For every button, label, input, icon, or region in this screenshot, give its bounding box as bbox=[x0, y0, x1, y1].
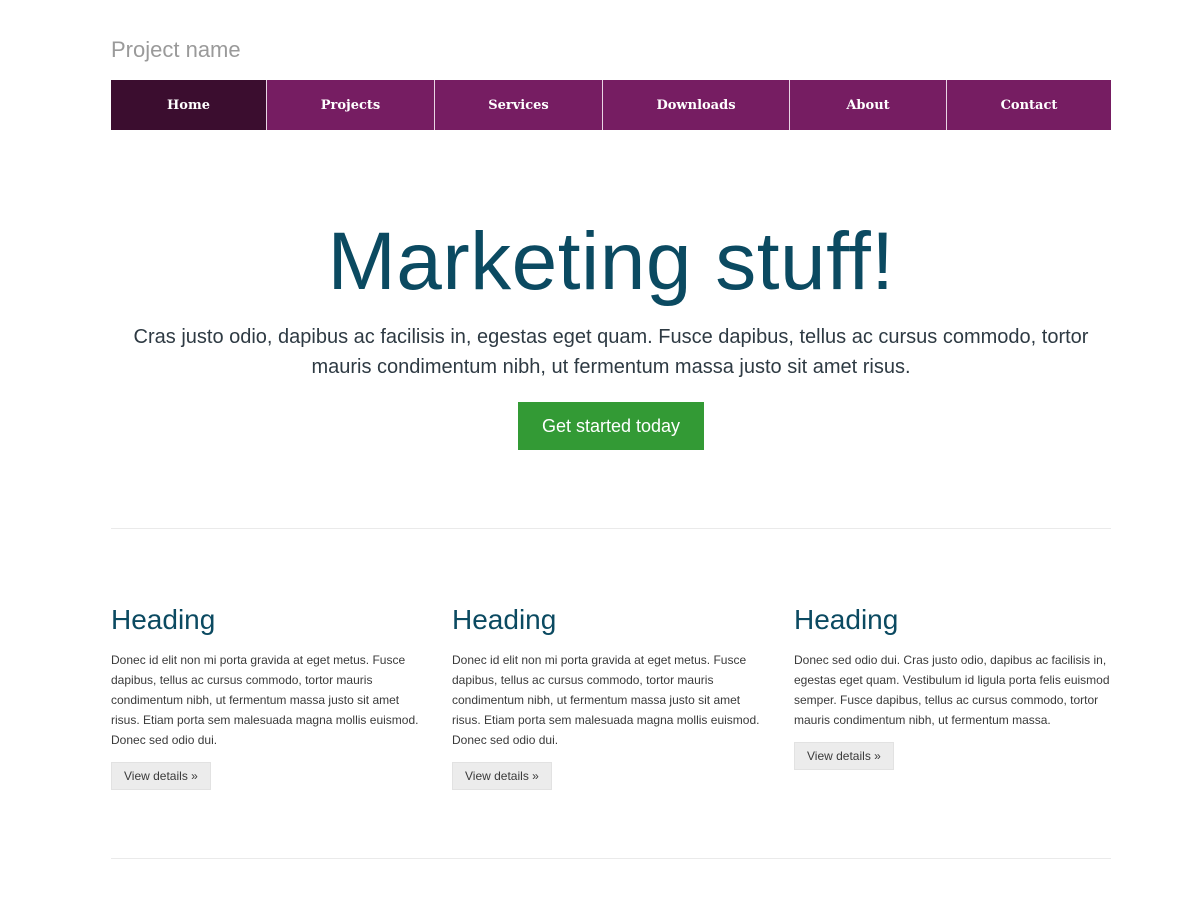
column-heading: Heading bbox=[111, 604, 216, 635]
column-text: Donec id elit non mi porta gravida at eg… bbox=[452, 653, 760, 747]
nav-item-contact[interactable]: Contact bbox=[946, 80, 1111, 130]
view-details-button[interactable]: View details » bbox=[111, 762, 211, 790]
view-details-button[interactable]: View details » bbox=[452, 762, 552, 790]
view-details-button[interactable]: View details » bbox=[794, 742, 894, 770]
hero-section: Marketing stuff! Cras justo odio, dapibu… bbox=[111, 210, 1111, 450]
column-text: Donec id elit non mi porta gravida at eg… bbox=[111, 653, 419, 747]
hero-text: Cras justo odio, dapibus ac facilisis in… bbox=[133, 326, 1089, 378]
brand-name[interactable]: Project name bbox=[111, 36, 241, 64]
column-heading: Heading bbox=[794, 604, 899, 635]
column-text: Donec sed odio dui. Cras justo odio, dap… bbox=[794, 653, 1110, 727]
nav-item-home[interactable]: Home bbox=[111, 80, 266, 130]
main-navbar: Home Projects Services Downloads About C… bbox=[111, 80, 1111, 130]
divider-bottom bbox=[111, 858, 1111, 859]
feature-column-2: Heading Donec id elit non mi porta gravi… bbox=[452, 600, 770, 790]
nav-item-about[interactable]: About bbox=[789, 80, 946, 130]
hero-title: Marketing stuff! bbox=[327, 216, 895, 307]
get-started-button[interactable]: Get started today bbox=[517, 402, 705, 450]
nav-item-downloads[interactable]: Downloads bbox=[602, 80, 789, 130]
divider-top bbox=[111, 528, 1111, 529]
column-heading: Heading bbox=[452, 604, 557, 635]
feature-column-3: Heading Donec sed odio dui. Cras justo o… bbox=[794, 600, 1112, 770]
nav-item-services[interactable]: Services bbox=[434, 80, 602, 130]
nav-item-projects[interactable]: Projects bbox=[266, 80, 434, 130]
feature-column-1: Heading Donec id elit non mi porta gravi… bbox=[111, 600, 429, 790]
